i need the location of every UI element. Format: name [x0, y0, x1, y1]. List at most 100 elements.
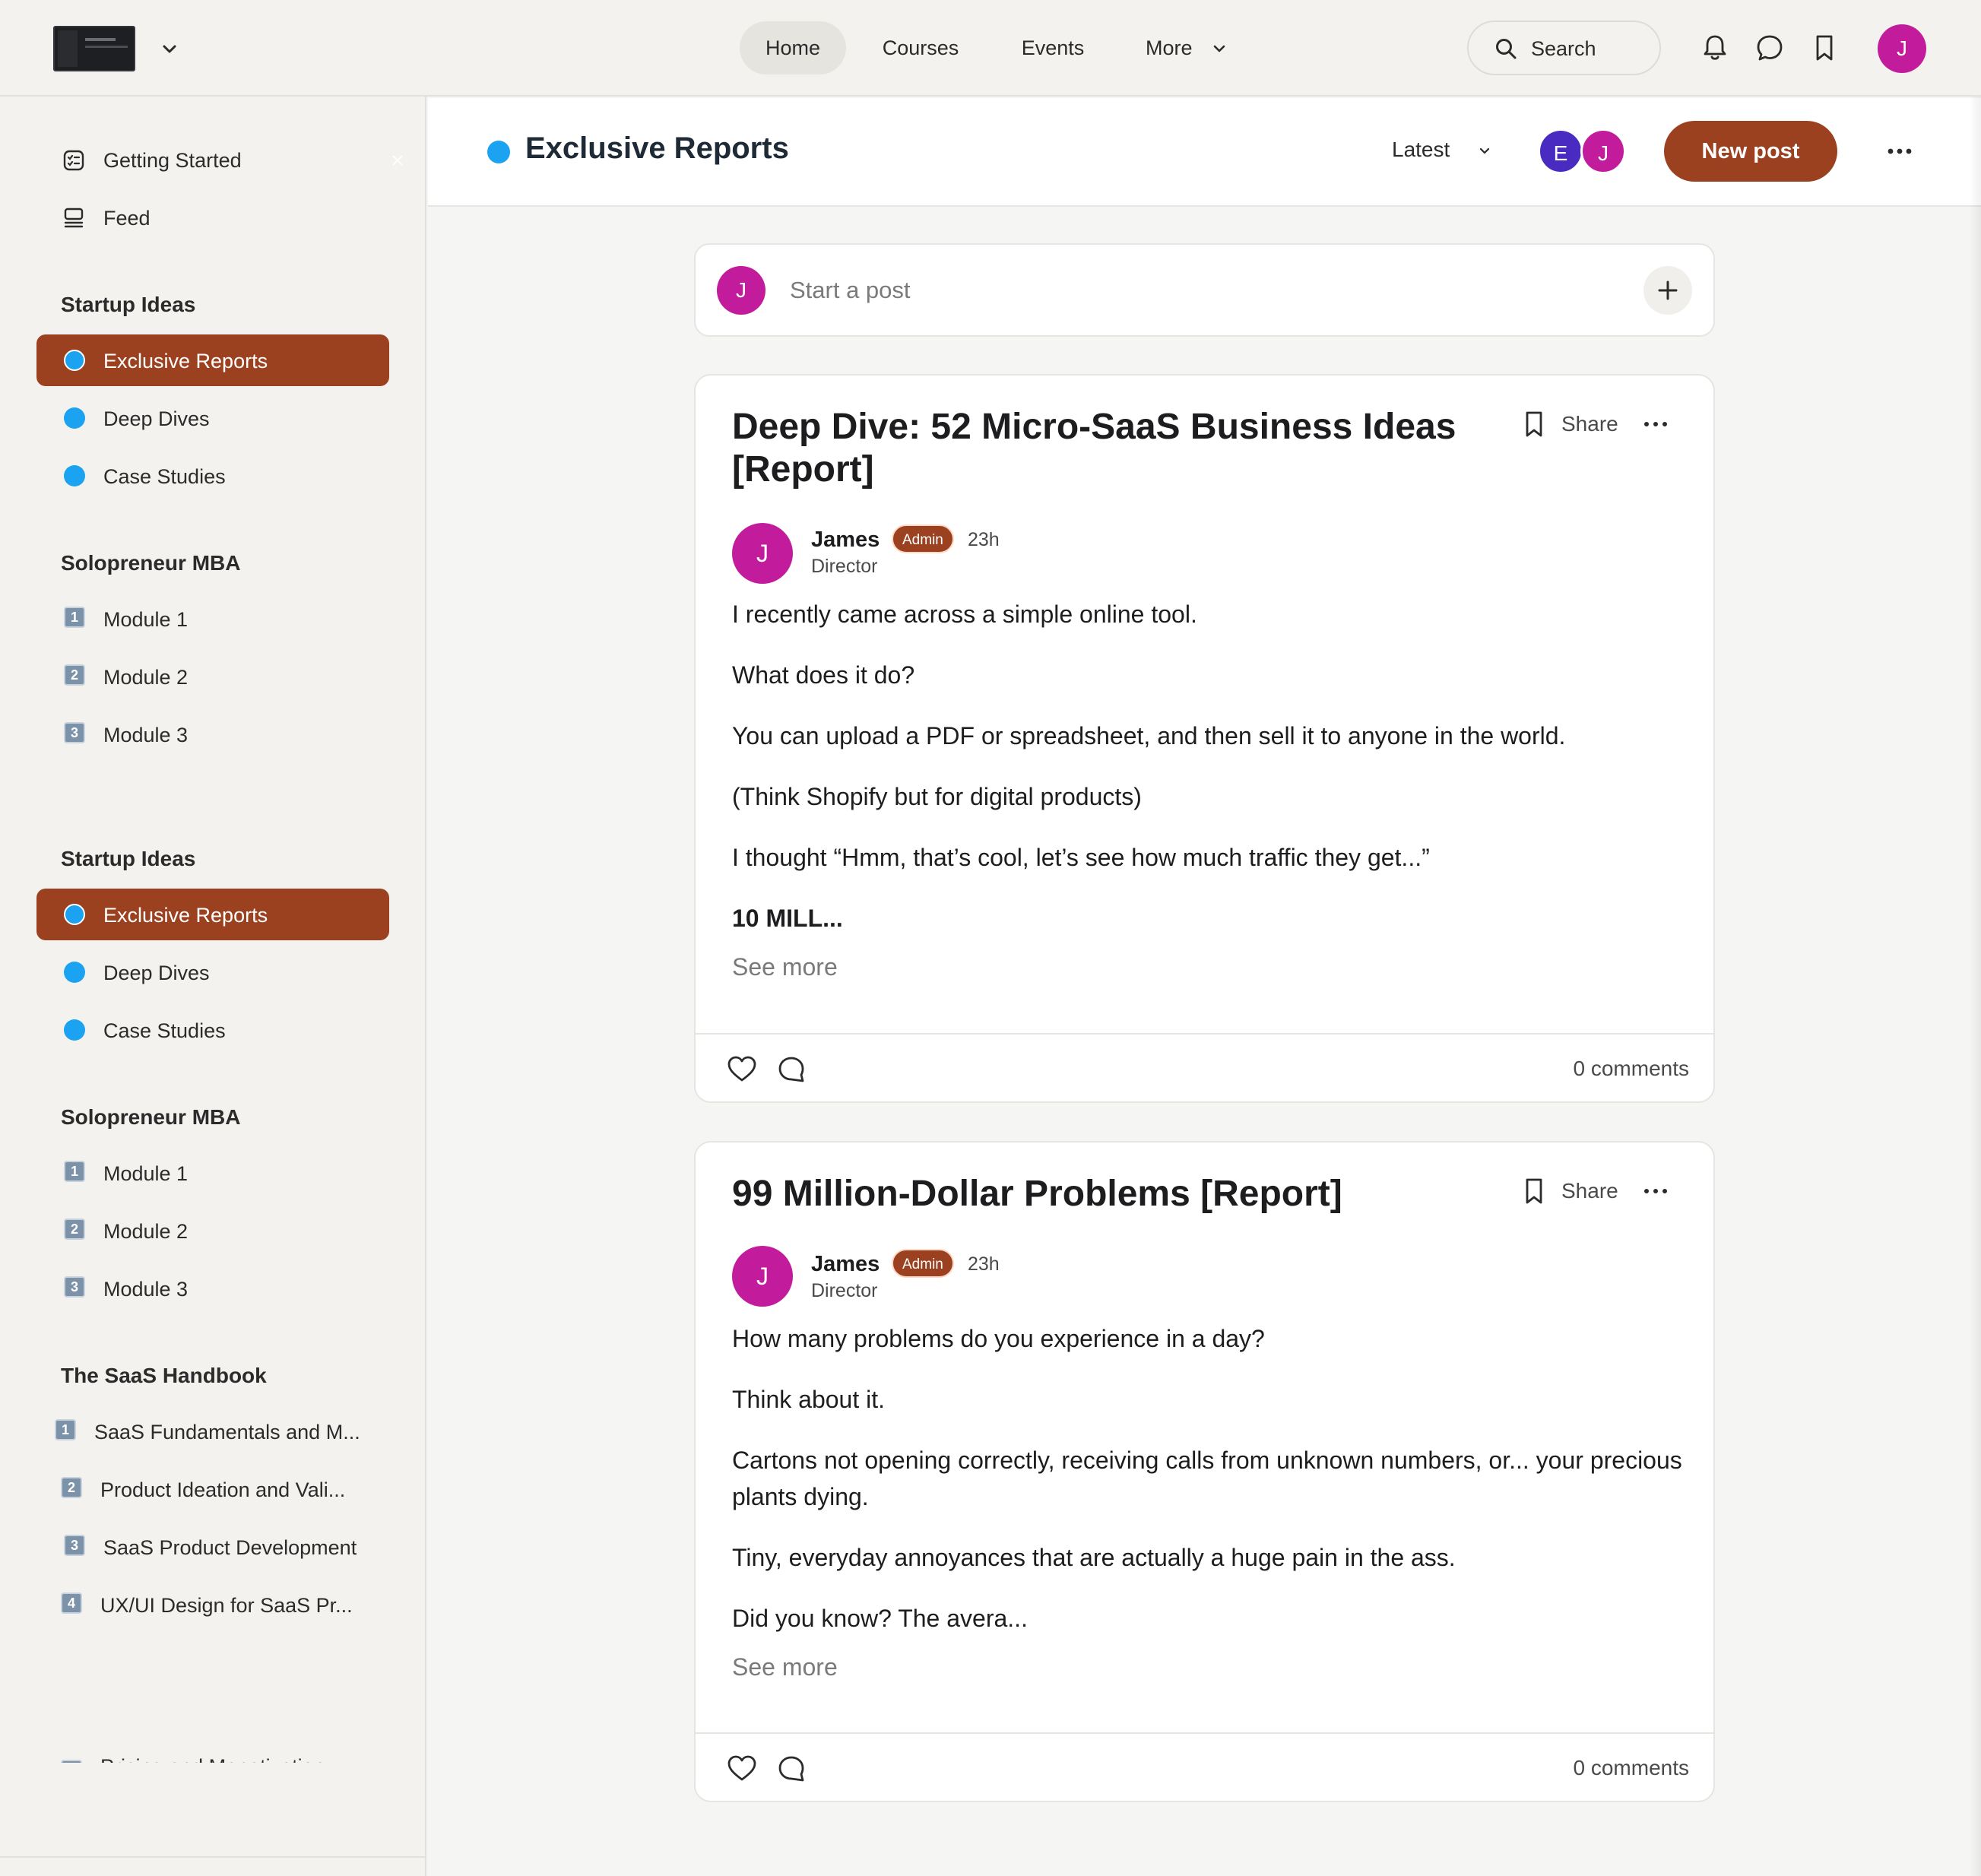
sidebar-item-saas-product-development[interactable]: 3 SaaS Product Development: [36, 1521, 389, 1573]
sidebar-item-label: Module 1: [103, 1162, 189, 1185]
member-avatar[interactable]: E: [1538, 128, 1583, 174]
sort-dropdown[interactable]: Latest: [1392, 138, 1490, 162]
nav-more[interactable]: More: [1136, 21, 1236, 74]
sidebar-item-module-3[interactable]: 3 Module 3: [36, 708, 389, 760]
see-more-link[interactable]: See more: [732, 1653, 838, 1681]
sidebar-item-module-1[interactable]: 1 Module 1: [36, 1147, 389, 1199]
chat-icon[interactable]: [1752, 30, 1787, 65]
sidebar-item-module-2[interactable]: 2 Module 2: [36, 1205, 389, 1256]
sidebar-heading: Solopreneur MBA: [61, 551, 241, 575]
comment-icon[interactable]: [776, 1754, 807, 1784]
sidebar-item-product-ideation[interactable]: 2 Product Ideation and Vali...: [33, 1463, 386, 1515]
new-post-button[interactable]: New post: [1664, 121, 1837, 182]
sidebar-item-label: Getting Started: [103, 149, 242, 172]
sidebar-item-case-studies[interactable]: Case Studies: [36, 1004, 389, 1056]
sidebar-item-module-1[interactable]: 1 Module 1: [36, 593, 389, 645]
author-name[interactable]: James: [811, 1252, 880, 1277]
share-button[interactable]: Share: [1561, 412, 1618, 436]
sidebar-item-saas-fundamentals[interactable]: 1 SaaS Fundamentals and M...: [27, 1405, 380, 1457]
feed-icon: [64, 208, 84, 228]
comment-icon[interactable]: [776, 1054, 807, 1085]
more-options-icon[interactable]: [1884, 142, 1915, 160]
search-button[interactable]: Search: [1467, 21, 1661, 75]
post-composer[interactable]: J Start a post: [694, 243, 1715, 337]
number-4-icon: 4: [61, 1592, 82, 1614]
bookmark-icon[interactable]: [1807, 30, 1842, 65]
sidebar-item-pricing-monetization[interactable]: 5 Pricing and Monetization: [33, 1746, 386, 1763]
post-paragraph: I thought “Hmm, that’s cool, let’s see h…: [732, 844, 1430, 871]
nav-home[interactable]: Home: [740, 21, 846, 74]
sidebar-item-ux-ui-design[interactable]: 4 UX/UI Design for SaaS Pr...: [33, 1579, 386, 1630]
post-paragraph: Think about it.: [732, 1386, 885, 1413]
composer-placeholder[interactable]: Start a post: [790, 277, 911, 304]
post-card: 99 Million-Dollar Problems [Report] Shar…: [694, 1141, 1715, 1802]
see-more-link[interactable]: See more: [732, 953, 838, 981]
sidebar-item-label: Exclusive Reports: [103, 904, 268, 927]
bookmark-icon[interactable]: [1519, 409, 1549, 439]
sidebar-item-feed[interactable]: Feed: [36, 192, 389, 243]
comments-count[interactable]: 0 comments: [1574, 1057, 1690, 1081]
author-avatar[interactable]: J: [732, 523, 793, 584]
author-avatar[interactable]: J: [732, 1246, 793, 1307]
sidebar-item-module-2[interactable]: 2 Module 2: [36, 651, 389, 702]
bell-icon[interactable]: [1697, 30, 1732, 65]
sidebar-item-exclusive-reports[interactable]: Exclusive Reports: [36, 334, 389, 386]
sidebar-item-label: SaaS Product Development: [103, 1536, 357, 1559]
sidebar-item-getting-started[interactable]: Getting Started: [36, 134, 403, 185]
post-title[interactable]: 99 Million-Dollar Problems [Report]: [732, 1173, 1492, 1215]
more-options-icon[interactable]: [1642, 417, 1669, 432]
nav-events[interactable]: Events: [1002, 21, 1104, 74]
sidebar-item-label: Deep Dives: [103, 962, 210, 984]
sidebar-item-case-studies[interactable]: Case Studies: [36, 450, 389, 502]
member-avatar[interactable]: J: [1580, 128, 1626, 174]
sidebar-item-deep-dives[interactable]: Deep Dives: [36, 946, 389, 998]
sidebar-item-label: Module 1: [103, 608, 189, 631]
community-logo[interactable]: [53, 26, 135, 71]
number-3-icon: 3: [64, 722, 85, 743]
add-attachment-button[interactable]: [1643, 266, 1692, 315]
number-1-icon: 1: [64, 607, 85, 628]
sidebar-item-exclusive-reports[interactable]: Exclusive Reports: [36, 889, 389, 940]
post-paragraph: You can upload a PDF or spreadsheet, and…: [732, 722, 1566, 749]
heart-icon[interactable]: [726, 1753, 758, 1785]
post-footer-divider: [696, 1732, 1713, 1734]
sidebar-item-module-3[interactable]: 3 Module 3: [36, 1263, 389, 1314]
user-avatar[interactable]: J: [1878, 24, 1926, 73]
post-paragraph: Tiny, everyday annoyances that are actua…: [732, 1544, 1456, 1571]
close-icon[interactable]: [391, 154, 404, 167]
number-3-icon: 3: [64, 1535, 85, 1556]
post-paragraph: (Think Shopify but for digital products): [732, 783, 1142, 810]
sidebar-heading: Startup Ideas: [61, 293, 196, 316]
number-2-icon: 2: [64, 664, 85, 686]
nav-courses[interactable]: Courses: [867, 21, 975, 74]
composer-avatar: J: [717, 266, 765, 315]
post-paragraph: Cartons not opening correctly, receiving…: [732, 1447, 1682, 1510]
search-icon: [1496, 39, 1517, 59]
sidebar-item-label: Module 2: [103, 666, 189, 689]
sidebar-item-deep-dives[interactable]: Deep Dives: [36, 392, 389, 444]
page-title: Exclusive Reports: [525, 132, 789, 165]
post-title[interactable]: Deep Dive: 52 Micro-SaaS Business Ideas …: [732, 406, 1492, 491]
space-dot-icon: [64, 904, 85, 925]
sidebar-item-label: Module 3: [103, 724, 189, 746]
author-role: Director: [811, 1280, 878, 1301]
heart-icon[interactable]: [726, 1054, 758, 1085]
nav-more-label: More: [1146, 36, 1193, 59]
sidebar-item-label: Case Studies: [103, 465, 226, 488]
bookmark-icon[interactable]: [1519, 1176, 1549, 1206]
number-1-icon: 1: [64, 1161, 85, 1182]
share-button[interactable]: Share: [1561, 1179, 1618, 1203]
space-dot-icon: [64, 465, 85, 486]
post-actions: Share: [1519, 1176, 1678, 1206]
space-header: Exclusive Reports Latest E J New post: [428, 98, 1981, 207]
author-name[interactable]: James: [811, 528, 880, 553]
search-label: Search: [1531, 37, 1596, 60]
chevron-down-icon[interactable]: [158, 38, 181, 61]
number-2-icon: 2: [61, 1477, 82, 1498]
sidebar-item-label: UX/UI Design for SaaS Pr...: [100, 1594, 353, 1617]
admin-badge: Admin: [892, 524, 954, 553]
space-dot-icon: [64, 962, 85, 983]
more-options-icon[interactable]: [1642, 1184, 1669, 1199]
comments-count[interactable]: 0 comments: [1574, 1756, 1690, 1780]
space-dot-icon: [487, 141, 510, 163]
